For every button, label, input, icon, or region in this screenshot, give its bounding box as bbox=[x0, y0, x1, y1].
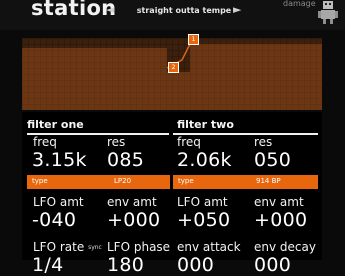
next-preset-icon[interactable]: ► bbox=[233, 3, 241, 16]
filter-two-type-value: 914 BP bbox=[256, 177, 281, 185]
filter-one-lfo-amt-label: LFO amt bbox=[33, 195, 84, 209]
filter-curve bbox=[22, 38, 322, 110]
filter-two-env-amt-label: env amt bbox=[254, 195, 304, 209]
filter-two-lfo-amt-label: LFO amt bbox=[177, 195, 228, 209]
filter-two-type-selector[interactable]: type 914 BP bbox=[173, 175, 318, 189]
filter-node-2[interactable]: 2 bbox=[168, 62, 179, 73]
filter-one-type-selector[interactable]: type LP20 bbox=[27, 175, 170, 189]
filter-one-res-label: res bbox=[107, 135, 126, 149]
filter-two-env-attack-label: env attack bbox=[177, 240, 241, 254]
sync-toggle[interactable]: sync bbox=[88, 244, 102, 251]
filter-one-heading: filter one bbox=[27, 118, 84, 131]
filter-two-env-amt-value[interactable]: +000 bbox=[254, 209, 307, 231]
filter-one-env-amt-label: env amt bbox=[107, 195, 157, 209]
filter-two-res-label: res bbox=[254, 135, 273, 149]
filter-one-lfo-rate-text: LFO rate bbox=[33, 240, 85, 254]
filter-graph[interactable]: 1 2 bbox=[22, 34, 322, 110]
preset-name[interactable]: straight outta tempe bbox=[126, 6, 242, 15]
filter-one-lfo-amt-value[interactable]: -040 bbox=[32, 209, 76, 231]
filter-two-heading: filter two bbox=[177, 118, 234, 131]
top-bar: station ◄ straight outta tempe ► damage bbox=[0, 0, 345, 30]
robot-logo-icon bbox=[318, 1, 338, 24]
app-title: station bbox=[31, 0, 117, 20]
filter-two-env-decay-value[interactable]: 000 bbox=[254, 254, 291, 276]
filter-two-lfo-amt-value[interactable]: +050 bbox=[177, 209, 230, 231]
filter-one-res-value[interactable]: 085 bbox=[107, 149, 144, 171]
filter-one-freq-value[interactable]: 3.15k bbox=[32, 149, 87, 171]
filter-two-env-attack-value[interactable]: 000 bbox=[177, 254, 214, 276]
filter-node-1[interactable]: 1 bbox=[188, 34, 199, 45]
filter-one-lfo-rate-value[interactable]: 1/4 bbox=[32, 254, 63, 276]
filter-two-env-decay-label: env decay bbox=[254, 240, 316, 254]
brand-label: damage bbox=[283, 0, 316, 8]
filter-two-type-label: type bbox=[178, 177, 194, 185]
filter-one-lfo-rate-label: LFO rate sync bbox=[33, 240, 102, 254]
filter-panel: filter one freq 3.15k res 085 type LP20 … bbox=[22, 112, 322, 276]
filter-one-type-value: LP20 bbox=[114, 177, 132, 185]
filter-one-env-amt-value[interactable]: +000 bbox=[107, 209, 160, 231]
filter-one-freq-label: freq bbox=[33, 135, 57, 149]
filter-one-lfo-phase-label: LFO phase bbox=[107, 240, 171, 254]
filter-one-lfo-phase-value[interactable]: 180 bbox=[107, 254, 144, 276]
filter-two-res-value[interactable]: 050 bbox=[254, 149, 291, 171]
filter-two-freq-value[interactable]: 2.06k bbox=[177, 149, 232, 171]
filter-one-type-label: type bbox=[32, 177, 48, 185]
filter-two-freq-label: freq bbox=[177, 135, 201, 149]
prev-preset-icon[interactable]: ◄ bbox=[106, 3, 114, 16]
